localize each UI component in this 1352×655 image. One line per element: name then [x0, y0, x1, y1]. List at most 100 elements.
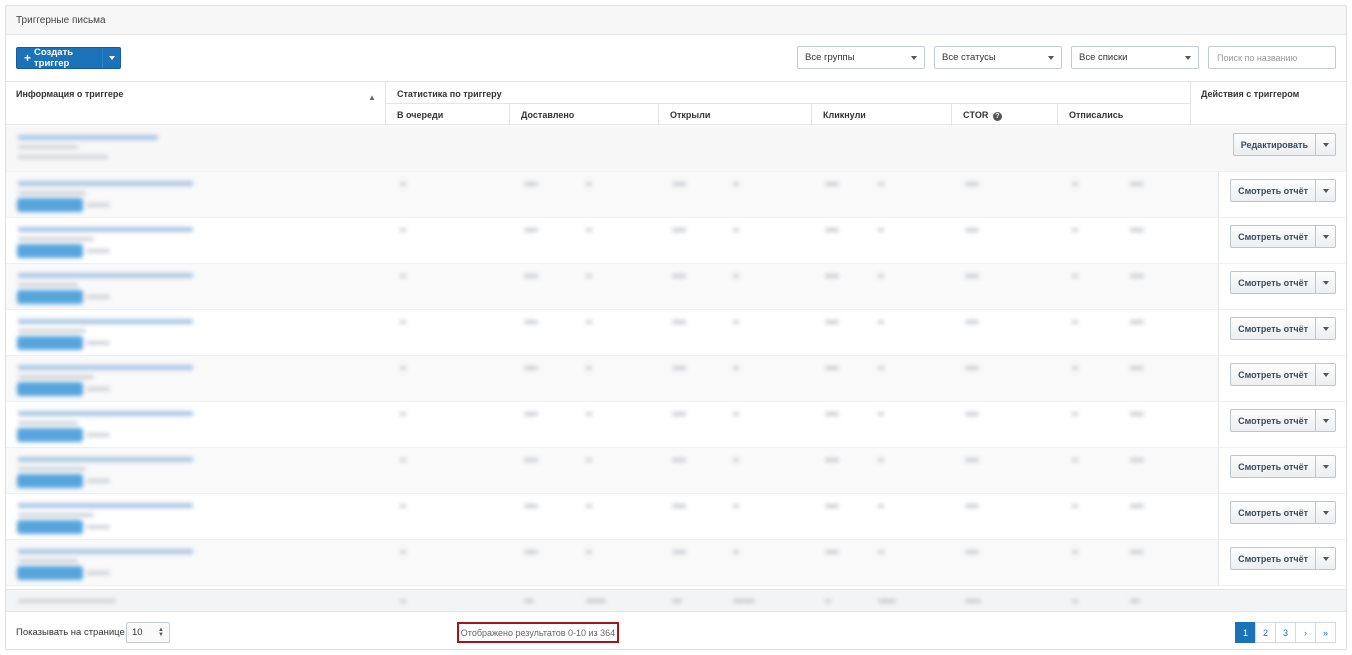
row-action-button[interactable]: Смотреть отчёт: [1230, 225, 1316, 248]
table-row: Смотреть отчёт: [6, 356, 1346, 402]
col-opened-header[interactable]: Открыли: [670, 110, 710, 120]
row-action-dropdown[interactable]: [1316, 409, 1336, 432]
row-action-dropdown[interactable]: [1316, 501, 1336, 524]
spinner-arrows-icon[interactable]: ▲ ▼: [158, 627, 164, 638]
row-action-button[interactable]: Смотреть отчёт: [1230, 179, 1316, 202]
row-action-dropdown[interactable]: [1316, 363, 1336, 386]
chevron-down-icon: [1322, 556, 1329, 561]
row-action-button[interactable]: Смотреть отчёт: [1230, 501, 1316, 524]
per-page-stepper[interactable]: 10 ▲ ▼: [126, 622, 170, 643]
table-row: Смотреть отчёт: [6, 402, 1346, 448]
row-action-button[interactable]: Смотреть отчёт: [1230, 409, 1316, 432]
create-trigger-dropdown[interactable]: [102, 48, 120, 68]
last-page-button[interactable]: »: [1315, 622, 1336, 643]
chevron-down-icon: [1048, 55, 1054, 60]
chevron-down-icon: [1322, 372, 1329, 377]
row-action-group: Смотреть отчёт: [1230, 409, 1336, 432]
sort-arrows-icon[interactable]: ▲: [368, 93, 376, 102]
group-filter-select[interactable]: Все группы: [797, 46, 925, 69]
row-action-group: Смотреть отчёт: [1230, 547, 1336, 570]
row-actions-cell: Смотреть отчёт: [1218, 218, 1346, 263]
status-filter-select[interactable]: Все статусы: [934, 46, 1062, 69]
page-2[interactable]: 2: [1255, 622, 1276, 643]
col-clicked-header[interactable]: Кликнули: [823, 110, 866, 120]
group-filter-value: Все группы: [805, 52, 855, 63]
per-page-value: 10: [132, 627, 143, 638]
row-action-button[interactable]: Смотреть отчёт: [1230, 455, 1316, 478]
row-actions-cell: Смотреть отчёт: [1218, 402, 1346, 447]
col-delivered-header[interactable]: Доставлено: [521, 110, 574, 120]
row-action-group: Смотреть отчёт: [1230, 501, 1336, 524]
row-action-dropdown[interactable]: [1316, 133, 1336, 156]
totals-row: [6, 589, 1346, 611]
chevron-down-icon: [1322, 142, 1329, 147]
chevron-down-icon: [1322, 510, 1329, 515]
chevron-down-icon: [1322, 188, 1329, 193]
table-row: Смотреть отчёт: [6, 494, 1346, 540]
list-filter-select[interactable]: Все списки: [1071, 46, 1199, 69]
next-page-button[interactable]: ›: [1295, 622, 1316, 643]
row-action-group: Смотреть отчёт: [1230, 225, 1336, 248]
row-actions-cell: Смотреть отчёт: [1218, 264, 1346, 309]
col-info-header[interactable]: Информация о триггере: [16, 89, 123, 99]
table-row: Смотреть отчёт: [6, 172, 1346, 218]
row-action-button[interactable]: Смотреть отчёт: [1230, 317, 1316, 340]
toolbar: + Создать триггер Все группы Все статусы…: [6, 35, 1346, 81]
chevron-down-icon: [1322, 464, 1329, 469]
row-action-button[interactable]: Смотреть отчёт: [1230, 547, 1316, 570]
row-action-group: Смотреть отчёт: [1230, 363, 1336, 386]
table-row: Смотреть отчёт: [6, 310, 1346, 356]
row-action-group: Смотреть отчёт: [1230, 179, 1336, 202]
triggers-panel: Триггерные письма + Создать триггер Все …: [5, 5, 1347, 650]
row-action-button[interactable]: Смотреть отчёт: [1230, 271, 1316, 294]
col-queue-header[interactable]: В очереди: [397, 110, 443, 120]
table-row: Смотреть отчёт: [6, 448, 1346, 494]
col-actions-header: Действия с триггером: [1201, 89, 1300, 99]
table-row: Смотреть отчёт: [6, 540, 1346, 586]
chevron-down-icon: [911, 55, 917, 60]
col-ctor-header[interactable]: CTOR ?: [963, 110, 1002, 121]
row-action-dropdown[interactable]: [1316, 225, 1336, 248]
chevron-down-icon: [1322, 234, 1329, 239]
search-input[interactable]: [1208, 46, 1336, 69]
chevron-down-icon: [108, 56, 115, 60]
row-actions-cell: Смотреть отчёт: [1218, 494, 1346, 539]
per-page-label: Показывать на странице: [16, 627, 125, 638]
table-footer: Показывать на странице 10 ▲ ▼ Отображено …: [6, 611, 1346, 649]
row-actions-cell: Смотреть отчёт: [1218, 172, 1346, 217]
panel-title: Триггерные письма: [6, 6, 1346, 35]
row-action-group: Смотреть отчёт: [1230, 271, 1336, 294]
table-row: Смотреть отчёт: [6, 264, 1346, 310]
page-3[interactable]: 3: [1275, 622, 1296, 643]
results-summary: Отображено результатов 0-10 из 364: [457, 622, 619, 643]
status-filter-value: Все статусы: [942, 52, 996, 63]
list-filter-value: Все списки: [1079, 52, 1128, 63]
col-unsub-header[interactable]: Отписались: [1069, 110, 1123, 120]
chevron-down-icon: [1185, 55, 1191, 60]
table-header: Информация о триггере ▲ Статистика по тр…: [6, 81, 1346, 126]
row-action-dropdown[interactable]: [1316, 547, 1336, 570]
row-action-group: Смотреть отчёт: [1230, 455, 1336, 478]
col-stats-group-header: Статистика по триггеру: [397, 89, 502, 99]
chevron-down-icon: [1322, 280, 1329, 285]
plus-icon: +: [24, 51, 32, 65]
create-trigger-button[interactable]: + Создать триггер: [16, 47, 121, 69]
page-1[interactable]: 1: [1235, 622, 1256, 643]
row-action-button[interactable]: Смотреть отчёт: [1230, 363, 1316, 386]
pagination: 1 2 3 › »: [1235, 622, 1336, 643]
row-action-button[interactable]: Редактировать: [1232, 133, 1316, 156]
row-actions-cell: Смотреть отчёт: [1218, 448, 1346, 493]
ctor-label: CTOR: [963, 110, 989, 120]
create-trigger-label: Создать триггер: [34, 47, 74, 69]
table-row: Редактировать: [6, 126, 1346, 172]
row-action-dropdown[interactable]: [1316, 179, 1336, 202]
row-actions-cell: Смотреть отчёт: [1218, 310, 1346, 355]
row-action-dropdown[interactable]: [1316, 317, 1336, 340]
row-action-dropdown[interactable]: [1316, 271, 1336, 294]
chevron-down-icon: [1322, 326, 1329, 331]
row-action-group: Смотреть отчёт: [1230, 317, 1336, 340]
row-actions-cell: Смотреть отчёт: [1218, 540, 1346, 585]
row-action-group: Редактировать: [1232, 133, 1336, 156]
row-action-dropdown[interactable]: [1316, 455, 1336, 478]
row-actions-cell: Редактировать: [1218, 126, 1346, 171]
